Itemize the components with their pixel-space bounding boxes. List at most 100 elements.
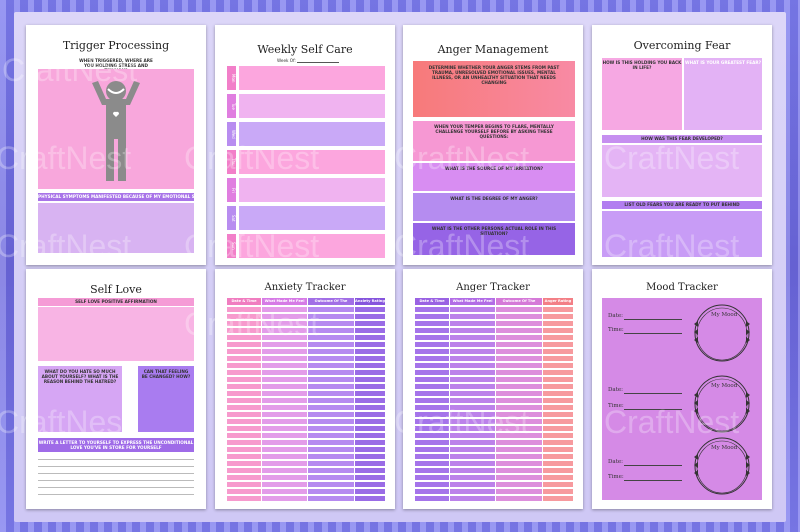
tracker-cell[interactable] <box>415 412 449 417</box>
tracker-cell[interactable] <box>415 363 449 368</box>
tracker-cell[interactable] <box>415 342 449 347</box>
tracker-cell[interactable] <box>355 398 385 403</box>
tracker-cell[interactable] <box>262 342 307 347</box>
tracker-cell[interactable] <box>450 384 495 389</box>
tracker-cell[interactable] <box>308 335 354 340</box>
tracker-cell[interactable] <box>450 468 495 473</box>
page-trigger-processing[interactable]: Trigger Processing When triggered, where… <box>26 25 206 265</box>
tracker-cell[interactable] <box>450 356 495 361</box>
tracker-cell[interactable] <box>262 321 307 326</box>
tracker-cell[interactable] <box>543 468 573 473</box>
page-anxiety-tracker[interactable]: Anxiety Tracker Date & Time What Made Me… <box>215 269 395 509</box>
tracker-cell[interactable] <box>355 475 385 480</box>
tracker-cell[interactable] <box>496 342 542 347</box>
tracker-cell[interactable] <box>450 370 495 375</box>
tracker-cell[interactable] <box>415 461 449 466</box>
tracker-cell[interactable] <box>355 307 385 312</box>
tracker-cell[interactable] <box>496 307 542 312</box>
tracker-cell[interactable] <box>415 349 449 354</box>
tracker-cell[interactable] <box>355 377 385 382</box>
tracker-cell[interactable] <box>496 321 542 326</box>
tracker-cell[interactable] <box>227 489 261 494</box>
tracker-cell[interactable] <box>496 398 542 403</box>
tracker-cell[interactable] <box>543 349 573 354</box>
tracker-cell[interactable] <box>355 454 385 459</box>
tracker-cell[interactable] <box>355 384 385 389</box>
tracker-cell[interactable] <box>227 496 261 501</box>
tracker-cell[interactable] <box>227 447 261 452</box>
tracker-cell[interactable] <box>543 356 573 361</box>
tracker-cell[interactable] <box>450 363 495 368</box>
tracker-cell[interactable] <box>262 328 307 333</box>
tracker-cell[interactable] <box>262 377 307 382</box>
tracker-cell[interactable] <box>227 405 261 410</box>
tracker-cell[interactable] <box>308 405 354 410</box>
tracker-cell[interactable] <box>415 433 449 438</box>
tracker-cell[interactable] <box>543 496 573 501</box>
tracker-cell[interactable] <box>262 489 307 494</box>
tracker-cell[interactable] <box>543 475 573 480</box>
tracker-cell[interactable] <box>543 370 573 375</box>
tracker-cell[interactable] <box>355 482 385 487</box>
tracker-cell[interactable] <box>355 419 385 424</box>
tracker-cell[interactable] <box>496 363 542 368</box>
tracker-cell[interactable] <box>262 454 307 459</box>
tracker-cell[interactable] <box>308 468 354 473</box>
tracker-cell[interactable] <box>262 461 307 466</box>
tracker-cell[interactable] <box>543 426 573 431</box>
tracker-cell[interactable] <box>355 405 385 410</box>
tracker-cell[interactable] <box>308 391 354 396</box>
tracker-cell[interactable] <box>308 321 354 326</box>
tracker-cell[interactable] <box>543 391 573 396</box>
tracker-cell[interactable] <box>543 454 573 459</box>
tracker-cell[interactable] <box>355 391 385 396</box>
tracker-cell[interactable] <box>308 370 354 375</box>
tracker-cell[interactable] <box>450 391 495 396</box>
page-overcoming-fear[interactable]: Overcoming Fear How is this holding you … <box>592 25 772 265</box>
tracker-cell[interactable] <box>355 461 385 466</box>
tracker-cell[interactable] <box>308 426 354 431</box>
tracker-cell[interactable] <box>496 496 542 501</box>
tracker-cell[interactable] <box>450 419 495 424</box>
tracker-cell[interactable] <box>496 426 542 431</box>
tracker-cell[interactable] <box>496 489 542 494</box>
tracker-cell[interactable] <box>227 356 261 361</box>
tracker-cell[interactable] <box>308 384 354 389</box>
tracker-cell[interactable] <box>450 335 495 340</box>
tracker-cell[interactable] <box>415 489 449 494</box>
tracker-cell[interactable] <box>415 426 449 431</box>
tracker-cell[interactable] <box>415 398 449 403</box>
tracker-cell[interactable] <box>355 440 385 445</box>
tracker-cell[interactable] <box>227 328 261 333</box>
tracker-cell[interactable] <box>227 391 261 396</box>
tracker-cell[interactable] <box>496 405 542 410</box>
tracker-cell[interactable] <box>543 482 573 487</box>
tracker-cell[interactable] <box>308 489 354 494</box>
tracker-cell[interactable] <box>355 496 385 501</box>
tracker-cell[interactable] <box>415 321 449 326</box>
tracker-cell[interactable] <box>543 363 573 368</box>
tracker-cell[interactable] <box>450 454 495 459</box>
tracker-cell[interactable] <box>543 321 573 326</box>
tracker-cell[interactable] <box>262 426 307 431</box>
tracker-cell[interactable] <box>496 475 542 480</box>
tracker-cell[interactable] <box>227 426 261 431</box>
tracker-cell[interactable] <box>262 405 307 410</box>
tracker-cell[interactable] <box>262 307 307 312</box>
tracker-cell[interactable] <box>496 349 542 354</box>
tracker-cell[interactable] <box>355 426 385 431</box>
tracker-cell[interactable] <box>450 321 495 326</box>
tracker-cell[interactable] <box>227 419 261 424</box>
tracker-cell[interactable] <box>496 314 542 319</box>
tracker-cell[interactable] <box>415 475 449 480</box>
tracker-cell[interactable] <box>308 482 354 487</box>
tracker-cell[interactable] <box>262 314 307 319</box>
tracker-cell[interactable] <box>496 356 542 361</box>
tracker-cell[interactable] <box>355 321 385 326</box>
tracker-cell[interactable] <box>450 377 495 382</box>
tracker-cell[interactable] <box>355 447 385 452</box>
tracker-cell[interactable] <box>262 433 307 438</box>
tracker-cell[interactable] <box>496 482 542 487</box>
tracker-cell[interactable] <box>415 314 449 319</box>
tracker-cell[interactable] <box>543 307 573 312</box>
